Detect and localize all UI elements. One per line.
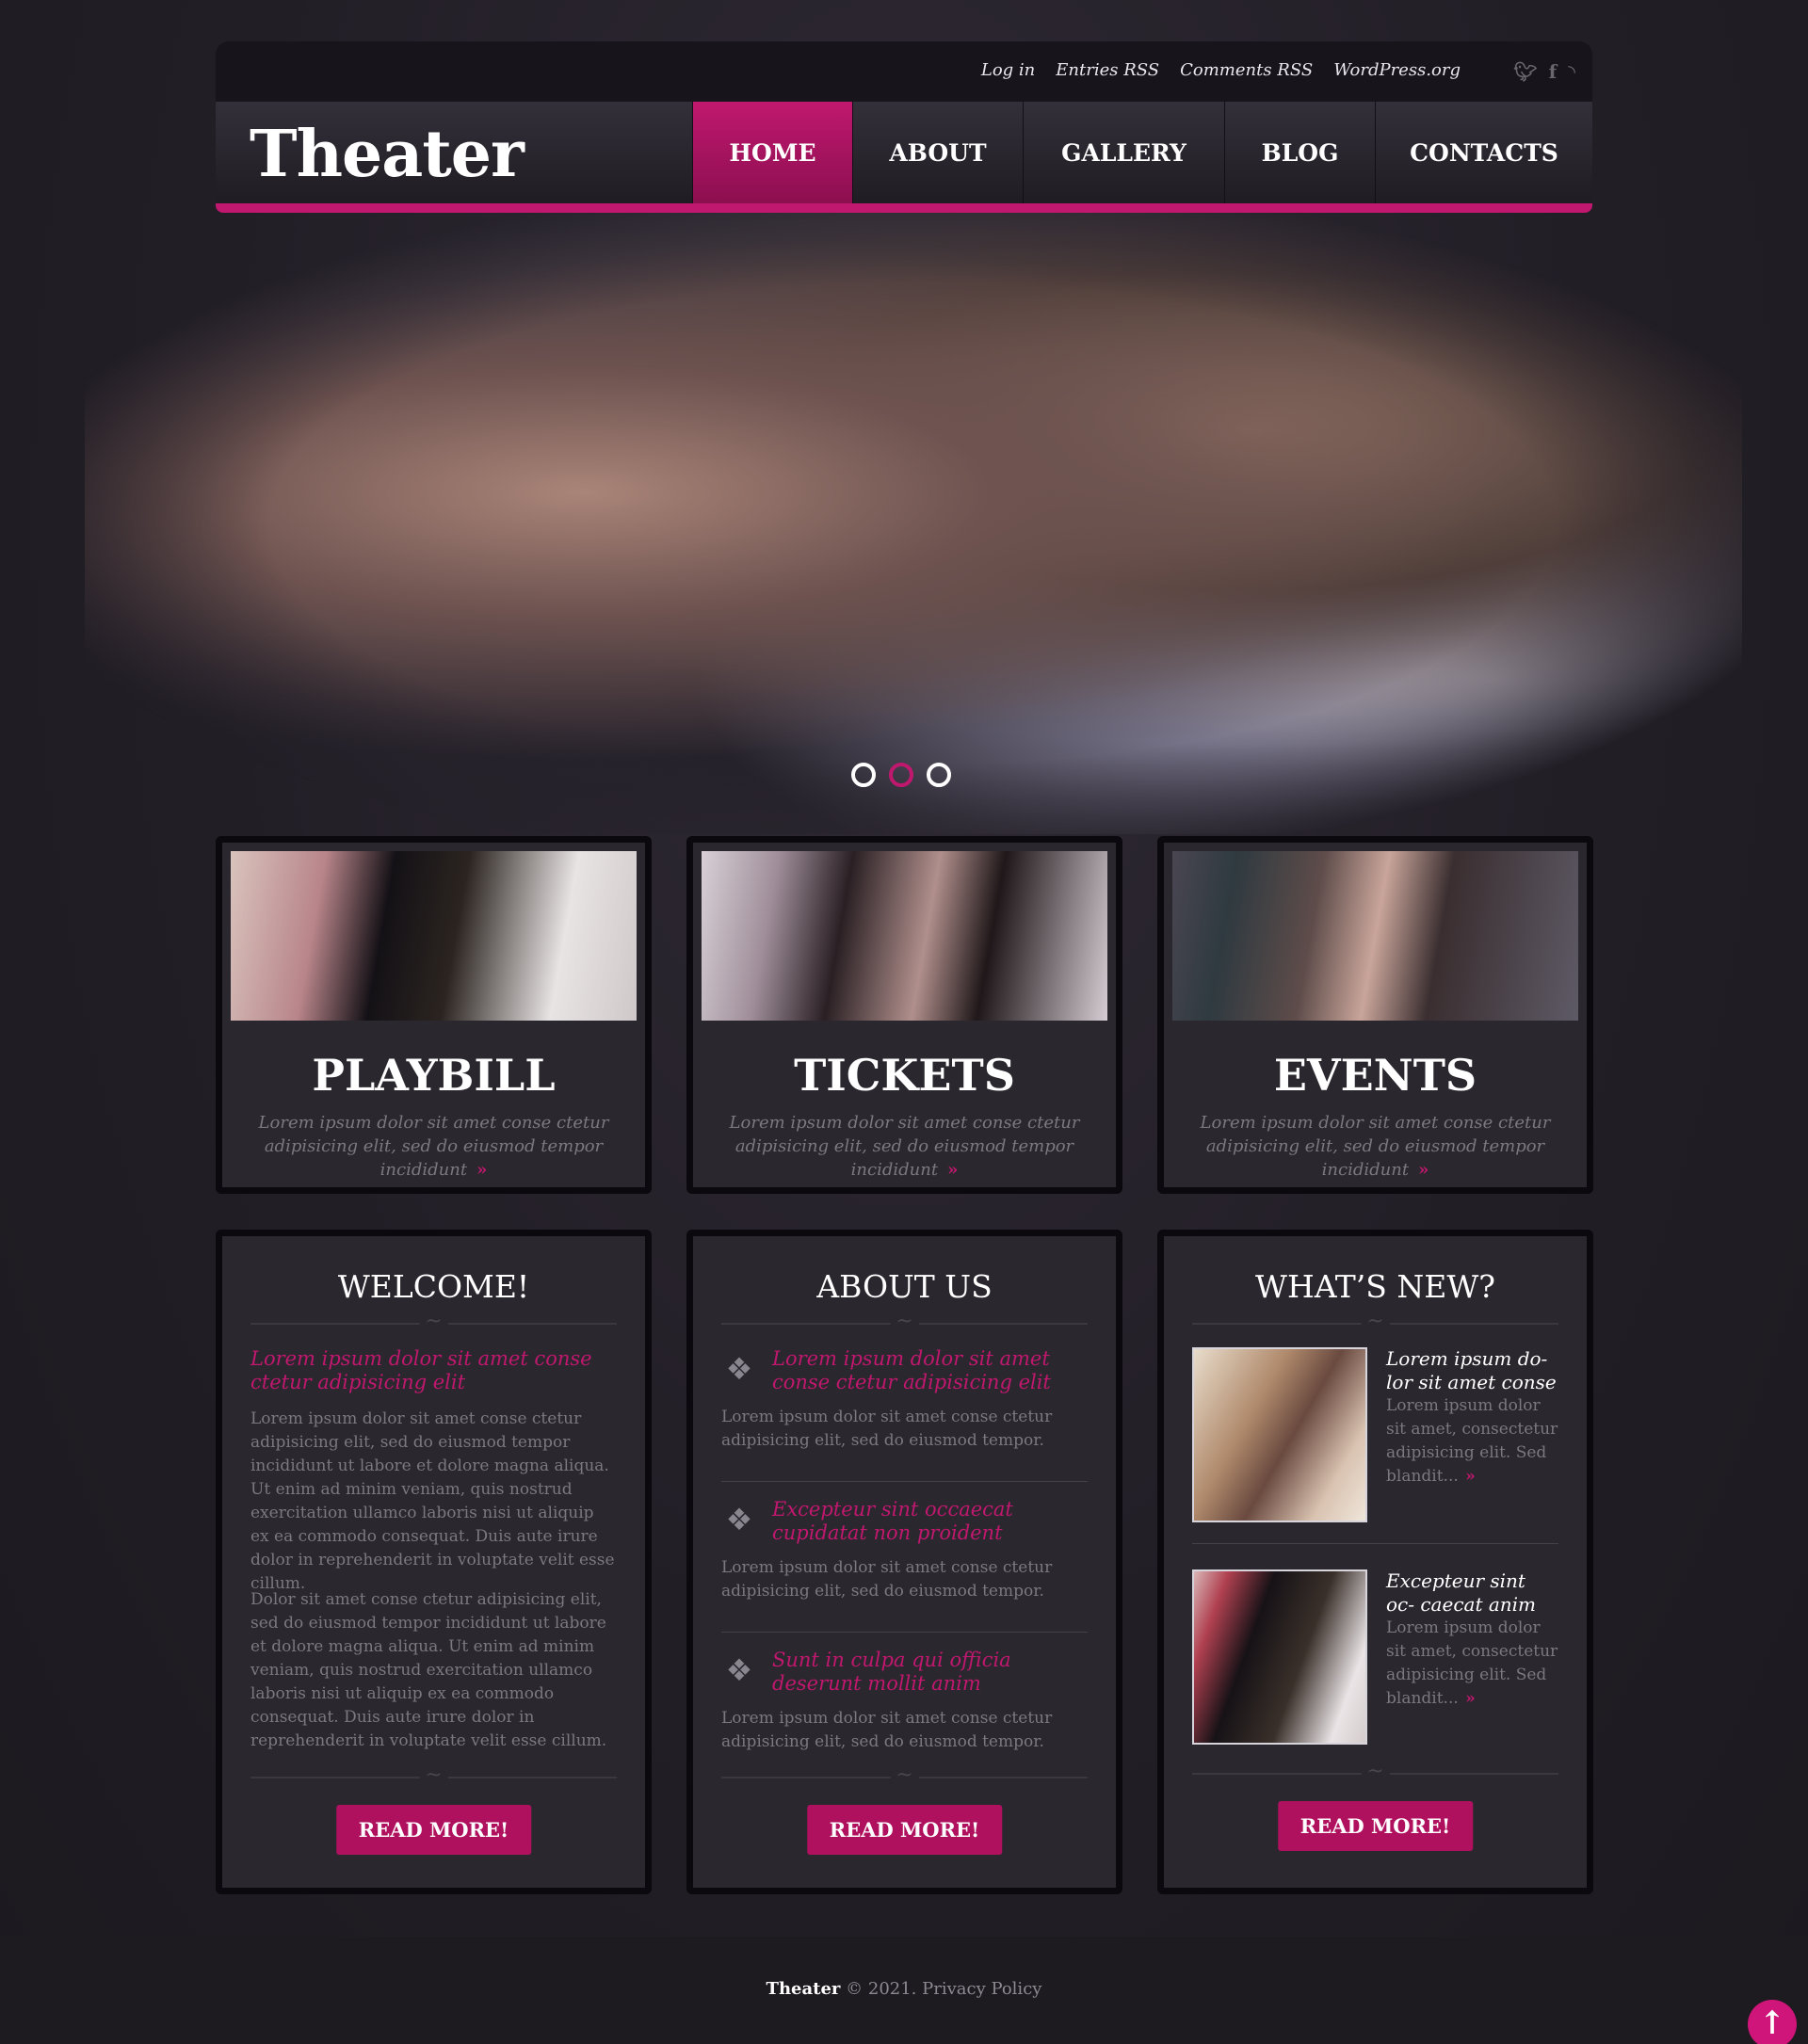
feature-text: Lorem ipsum dolor sit amet conse ctetur … (1177, 1111, 1574, 1182)
slider-pagination (851, 763, 951, 787)
news-item-content: Lorem ipsum do- lor sit amet conse Lorem… (1386, 1347, 1558, 1489)
feature-title[interactable]: EVENTS (1164, 1050, 1587, 1101)
feature-tickets: TICKETS Lorem ipsum dolor sit amet conse… (686, 836, 1122, 1194)
nav-gallery[interactable]: GALLERY (1023, 102, 1224, 203)
welcome-paragraph-2: Dolor sit amet conse ctetur adipisicing … (250, 1590, 607, 1750)
news-item-content: Excepteur sint oc- caecat anim Lorem ips… (1386, 1569, 1558, 1711)
chevron-right-icon[interactable]: » (476, 1160, 487, 1180)
divider (1192, 1773, 1558, 1775)
news-thumbnail[interactable] (1192, 1569, 1367, 1745)
chevron-right-icon[interactable]: » (1465, 1467, 1476, 1486)
twitter-icon[interactable]: 🐦︎ (1513, 60, 1537, 83)
about-item-title[interactable]: Excepteur sint occaecat cupidatat non pr… (772, 1498, 1088, 1545)
nav-contacts[interactable]: CONTACTS (1375, 102, 1592, 203)
news-item-title[interactable]: Excepteur sint oc- caecat anim (1386, 1569, 1558, 1617)
feature-playbill: PLAYBILL Lorem ipsum dolor sit amet cons… (216, 836, 652, 1194)
feature-text-content: Lorem ipsum dolor sit amet conse ctetur … (729, 1113, 1080, 1180)
login-link[interactable]: Log in (981, 60, 1035, 80)
feature-events: EVENTS Lorem ipsum dolor sit amet conse … (1157, 836, 1593, 1194)
chevron-right-icon[interactable]: » (947, 1160, 958, 1180)
welcome-paragraph-1: Lorem ipsum dolor sit amet conse ctetur … (250, 1409, 615, 1593)
about-item-title[interactable]: Sunt in culpa qui officia deserunt molli… (772, 1649, 1088, 1696)
about-item: ❖ Excepteur sint occaecat cupidatat non … (721, 1498, 1088, 1603)
site-header: Theater HOME ABOUT GALLERY BLOG CONTACTS (216, 102, 1592, 213)
separator (1192, 1543, 1558, 1544)
scroll-to-top-icon[interactable]: ↑ (1748, 2000, 1797, 2044)
feature-text: Lorem ipsum dolor sit amet conse ctetur … (706, 1111, 1103, 1182)
comments-rss-link[interactable]: Comments RSS (1180, 60, 1313, 80)
site-logo[interactable]: Theater (250, 117, 525, 192)
slider-dot-3[interactable] (927, 763, 951, 787)
divider (721, 1323, 1088, 1325)
feature-title[interactable]: PLAYBILL (222, 1050, 645, 1101)
feature-title[interactable]: TICKETS (693, 1050, 1116, 1101)
hero-slider-image (85, 213, 1742, 834)
divider (1192, 1323, 1558, 1325)
ornament-icon: ❖ (725, 1652, 753, 1688)
top-links: Log in Entries RSS Comments RSS WordPres… (981, 60, 1461, 80)
playbill-image[interactable] (231, 851, 637, 1021)
tickets-image[interactable] (702, 851, 1107, 1021)
about-item: ❖ Sunt in culpa qui officia deserunt mol… (721, 1649, 1088, 1754)
top-bar: Log in Entries RSS Comments RSS WordPres… (216, 41, 1592, 102)
welcome-read-more-button[interactable]: READ MORE! (335, 1805, 532, 1855)
wordpress-link[interactable]: WordPress.org (1333, 60, 1461, 80)
separator (721, 1632, 1088, 1633)
news-thumbnail[interactable] (1192, 1347, 1367, 1522)
feature-text-content: Lorem ipsum dolor sit amet conse ctetur … (258, 1113, 609, 1180)
nav-about[interactable]: ABOUT (852, 102, 1023, 203)
news-item: Lorem ipsum do- lor sit amet conse Lorem… (1192, 1347, 1558, 1524)
about-item-text: Lorem ipsum dolor sit amet conse ctetur … (721, 1558, 1053, 1601)
news-item-text: Lorem ipsum dolor sit amet, consectetur … (1386, 1617, 1558, 1711)
divider (250, 1323, 617, 1325)
news-panel: WHAT’S NEW? Lorem ipsum do- lor sit amet… (1157, 1230, 1593, 1894)
ornament-icon: ❖ (725, 1351, 753, 1387)
divider (250, 1777, 617, 1778)
nav-blog[interactable]: BLOG (1224, 102, 1375, 203)
feature-text: Lorem ipsum dolor sit amet conse ctetur … (235, 1111, 632, 1182)
slider-dot-2[interactable] (889, 763, 913, 787)
separator (721, 1481, 1088, 1482)
welcome-panel: WELCOME! Lorem ipsum dolor sit amet cons… (216, 1230, 652, 1894)
chevron-right-icon[interactable]: » (1418, 1160, 1429, 1180)
welcome-lead[interactable]: Lorem ipsum dolor sit amet conse ctetur … (250, 1347, 617, 1394)
footer-copyright[interactable]: © 2021. Privacy Policy (846, 1979, 1041, 1999)
news-read-more-button[interactable]: READ MORE! (1277, 1801, 1474, 1851)
facebook-icon[interactable]: f (1549, 60, 1558, 83)
main-nav: HOME ABOUT GALLERY BLOG CONTACTS (692, 102, 1592, 203)
footer-brand[interactable]: Theater (767, 1979, 841, 1999)
social-links: 🐦︎ f ◝ (1513, 60, 1575, 83)
rss-icon[interactable]: ◝ (1568, 60, 1575, 83)
news-item-text: Lorem ipsum dolor sit amet, consectetur … (1386, 1394, 1558, 1489)
ornament-icon: ❖ (725, 1502, 753, 1537)
slider-dot-1[interactable] (851, 763, 876, 787)
chevron-right-icon[interactable]: » (1465, 1689, 1476, 1708)
news-item: Excepteur sint oc- caecat anim Lorem ips… (1192, 1569, 1558, 1746)
site-footer: Theater © 2021. Privacy Policy (0, 1937, 1808, 2044)
events-image[interactable] (1172, 851, 1578, 1021)
about-item-text: Lorem ipsum dolor sit amet conse ctetur … (721, 1408, 1053, 1450)
divider (721, 1777, 1088, 1778)
feature-text-content: Lorem ipsum dolor sit amet conse ctetur … (1200, 1113, 1551, 1180)
about-item-text: Lorem ipsum dolor sit amet conse ctetur … (721, 1709, 1053, 1751)
news-item-title[interactable]: Lorem ipsum do- lor sit amet conse (1386, 1347, 1558, 1394)
welcome-title: WELCOME! (337, 1268, 530, 1305)
about-read-more-button[interactable]: READ MORE! (806, 1805, 1003, 1855)
about-panel: ABOUT US ❖ Lorem ipsum dolor sit amet co… (686, 1230, 1122, 1894)
about-title: ABOUT US (816, 1268, 993, 1305)
nav-home[interactable]: HOME (692, 102, 852, 203)
entries-rss-link[interactable]: Entries RSS (1056, 60, 1159, 80)
news-title: WHAT’S NEW? (1255, 1268, 1495, 1305)
footer-text: Theater © 2021. Privacy Policy (0, 1979, 1808, 1999)
about-item-title[interactable]: Lorem ipsum dolor sit amet conse ctetur … (772, 1347, 1088, 1394)
about-item: ❖ Lorem ipsum dolor sit amet conse ctetu… (721, 1347, 1088, 1453)
